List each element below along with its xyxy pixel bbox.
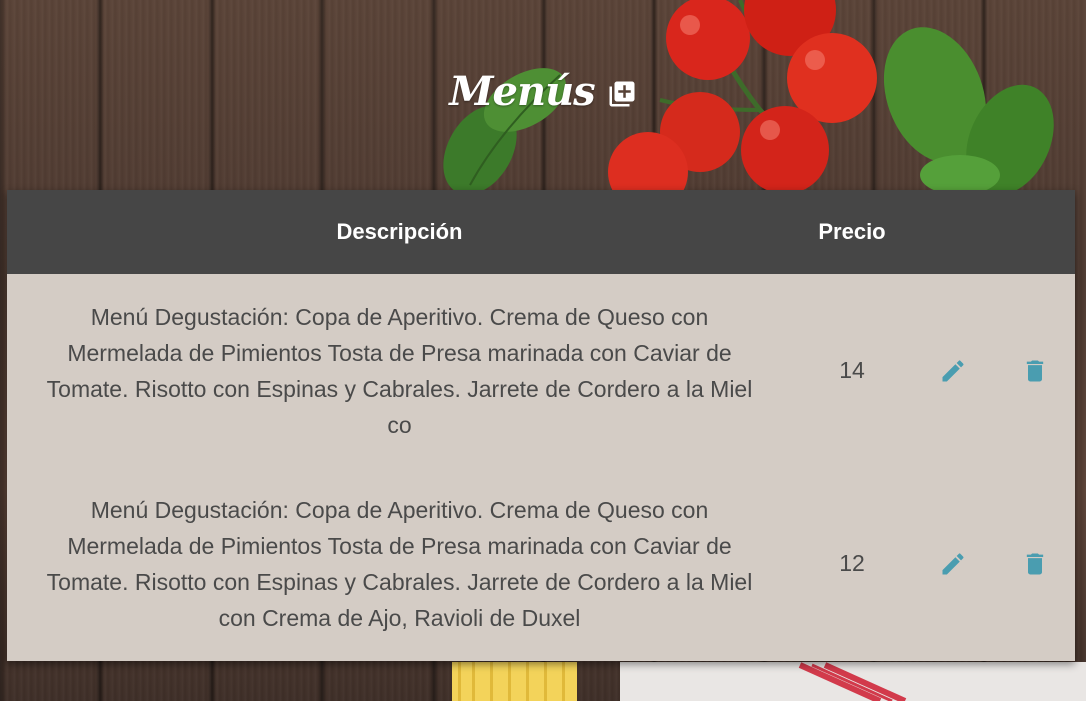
- edit-button[interactable]: [933, 274, 973, 467]
- delete-button[interactable]: [1015, 274, 1055, 467]
- row-price: 12: [839, 550, 865, 576]
- page-header: Menús: [0, 68, 1086, 128]
- row-description: Menú Degustación: Copa de Aperitivo. Cre…: [46, 303, 753, 438]
- delete-button[interactable]: [1015, 467, 1055, 660]
- menus-table: Descripción Precio Menú Degustación: Cop…: [7, 190, 1075, 661]
- title-group: Menús: [449, 68, 636, 115]
- column-header-description: Descripción: [336, 219, 463, 244]
- trash-icon: [1026, 553, 1044, 574]
- add-box-icon: [609, 81, 635, 106]
- column-header-price: Precio: [818, 219, 886, 244]
- table-row: Menú Degustación: Copa de Aperitivo. Cre…: [7, 274, 1075, 467]
- edit-button[interactable]: [933, 467, 973, 660]
- add-menu-button[interactable]: [607, 79, 637, 109]
- pencil-icon: [942, 552, 964, 574]
- trash-icon: [1026, 360, 1044, 381]
- table-header: Descripción Precio: [7, 190, 1075, 274]
- table-row: Menú Degustación: Copa de Aperitivo. Cre…: [7, 467, 1075, 660]
- row-description: Menú Degustación: Copa de Aperitivo. Cre…: [46, 496, 753, 631]
- pencil-icon: [942, 359, 964, 381]
- page-title: Menús: [449, 68, 595, 115]
- row-price: 14: [839, 357, 865, 383]
